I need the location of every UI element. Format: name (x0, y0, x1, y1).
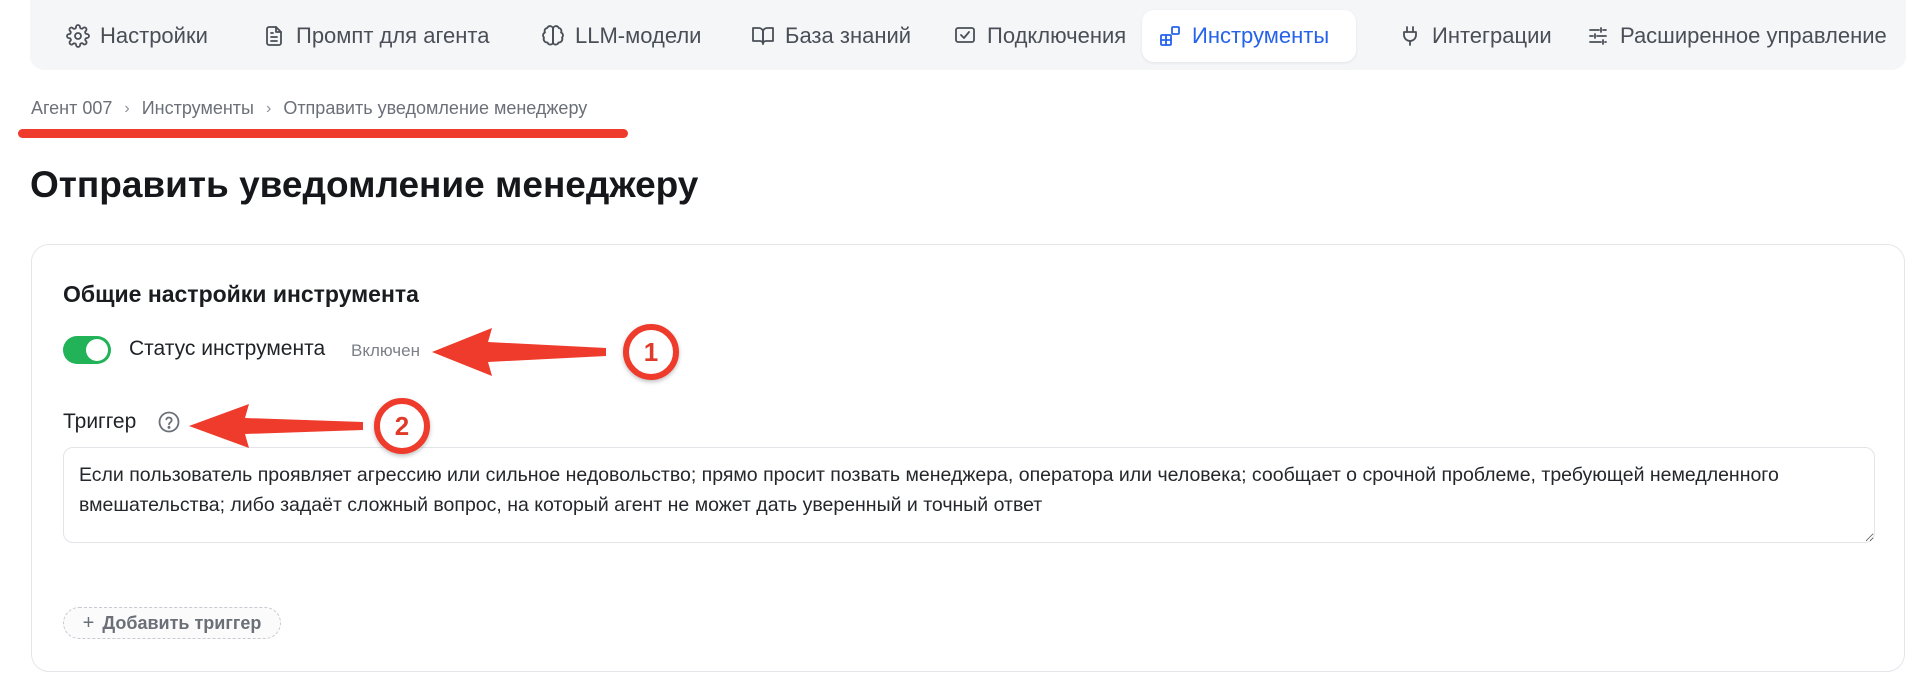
annotation-arrow-left-icon (189, 404, 363, 448)
tab-settings[interactable]: Настройки (50, 10, 224, 62)
tab-label: LLM-модели (575, 23, 702, 48)
trigger-textarea[interactable]: Если пользователь проявляет агрессию или… (63, 447, 1875, 543)
tab-llm-models[interactable]: LLM-модели (525, 10, 717, 62)
breadcrumb-agent[interactable]: Агент 007 (31, 98, 112, 119)
tool-status-label: Статус инструмента (129, 337, 326, 360)
tab-tools[interactable]: Инструменты (1142, 10, 1356, 62)
annotation-badge-2: 2 (374, 398, 430, 454)
blocks-icon (1158, 24, 1182, 48)
tool-settings-card: Общие настройки инструмента Статус инстр… (31, 244, 1905, 672)
breadcrumb: Агент 007 › Инструменты › Отправить увед… (31, 98, 587, 119)
breadcrumb-separator: › (265, 99, 272, 117)
plug-icon (1398, 24, 1422, 48)
tab-label: Расширенное управление (1620, 23, 1887, 48)
breadcrumb-current: Отправить уведомление менеджеру (283, 98, 588, 118)
book-icon (751, 24, 775, 48)
page-title: Отправить уведомление менеджеру (30, 164, 699, 205)
trigger-label: Триггер (63, 410, 137, 433)
breadcrumb-tools[interactable]: Инструменты (142, 98, 254, 119)
checkbox-window-icon (953, 24, 977, 48)
brain-icon (541, 24, 565, 48)
document-icon (262, 24, 286, 48)
tool-status-toggle[interactable] (63, 336, 111, 364)
annotation-badge-1: 1 (623, 324, 679, 380)
tab-label: База знаний (785, 23, 912, 48)
add-trigger-label: Добавить триггер (102, 612, 262, 633)
tool-status-value: Включен (351, 341, 420, 360)
tab-knowledge-base[interactable]: База знаний (735, 10, 927, 62)
tab-label: Инструменты (1192, 23, 1330, 48)
annotation-arrow-left-icon (432, 328, 606, 376)
gear-icon (66, 24, 90, 48)
sliders-icon (1586, 24, 1610, 48)
tab-advanced-management[interactable]: Расширенное управление (1570, 10, 1903, 62)
add-trigger-button[interactable]: + Добавить триггер (63, 607, 281, 639)
plus-icon: + (82, 611, 95, 634)
tab-label: Подключения (987, 23, 1127, 48)
tab-label: Настройки (100, 23, 208, 48)
top-nav: Настройки Промпт для агента LLM-модели Б… (30, 0, 1906, 70)
toggle-knob (86, 339, 108, 361)
tab-connections[interactable]: Подключения (937, 10, 1142, 62)
tab-agent-prompt[interactable]: Промпт для агента (246, 10, 505, 62)
breadcrumb-separator: › (124, 99, 130, 117)
tab-label: Интеграции (1432, 23, 1552, 48)
annotation-underline (18, 129, 628, 138)
tab-integrations[interactable]: Интеграции (1382, 10, 1568, 62)
tab-label: Промпт для агента (296, 23, 490, 48)
question-circle-icon[interactable] (157, 410, 181, 434)
card-title: Общие настройки инструмента (63, 281, 419, 307)
